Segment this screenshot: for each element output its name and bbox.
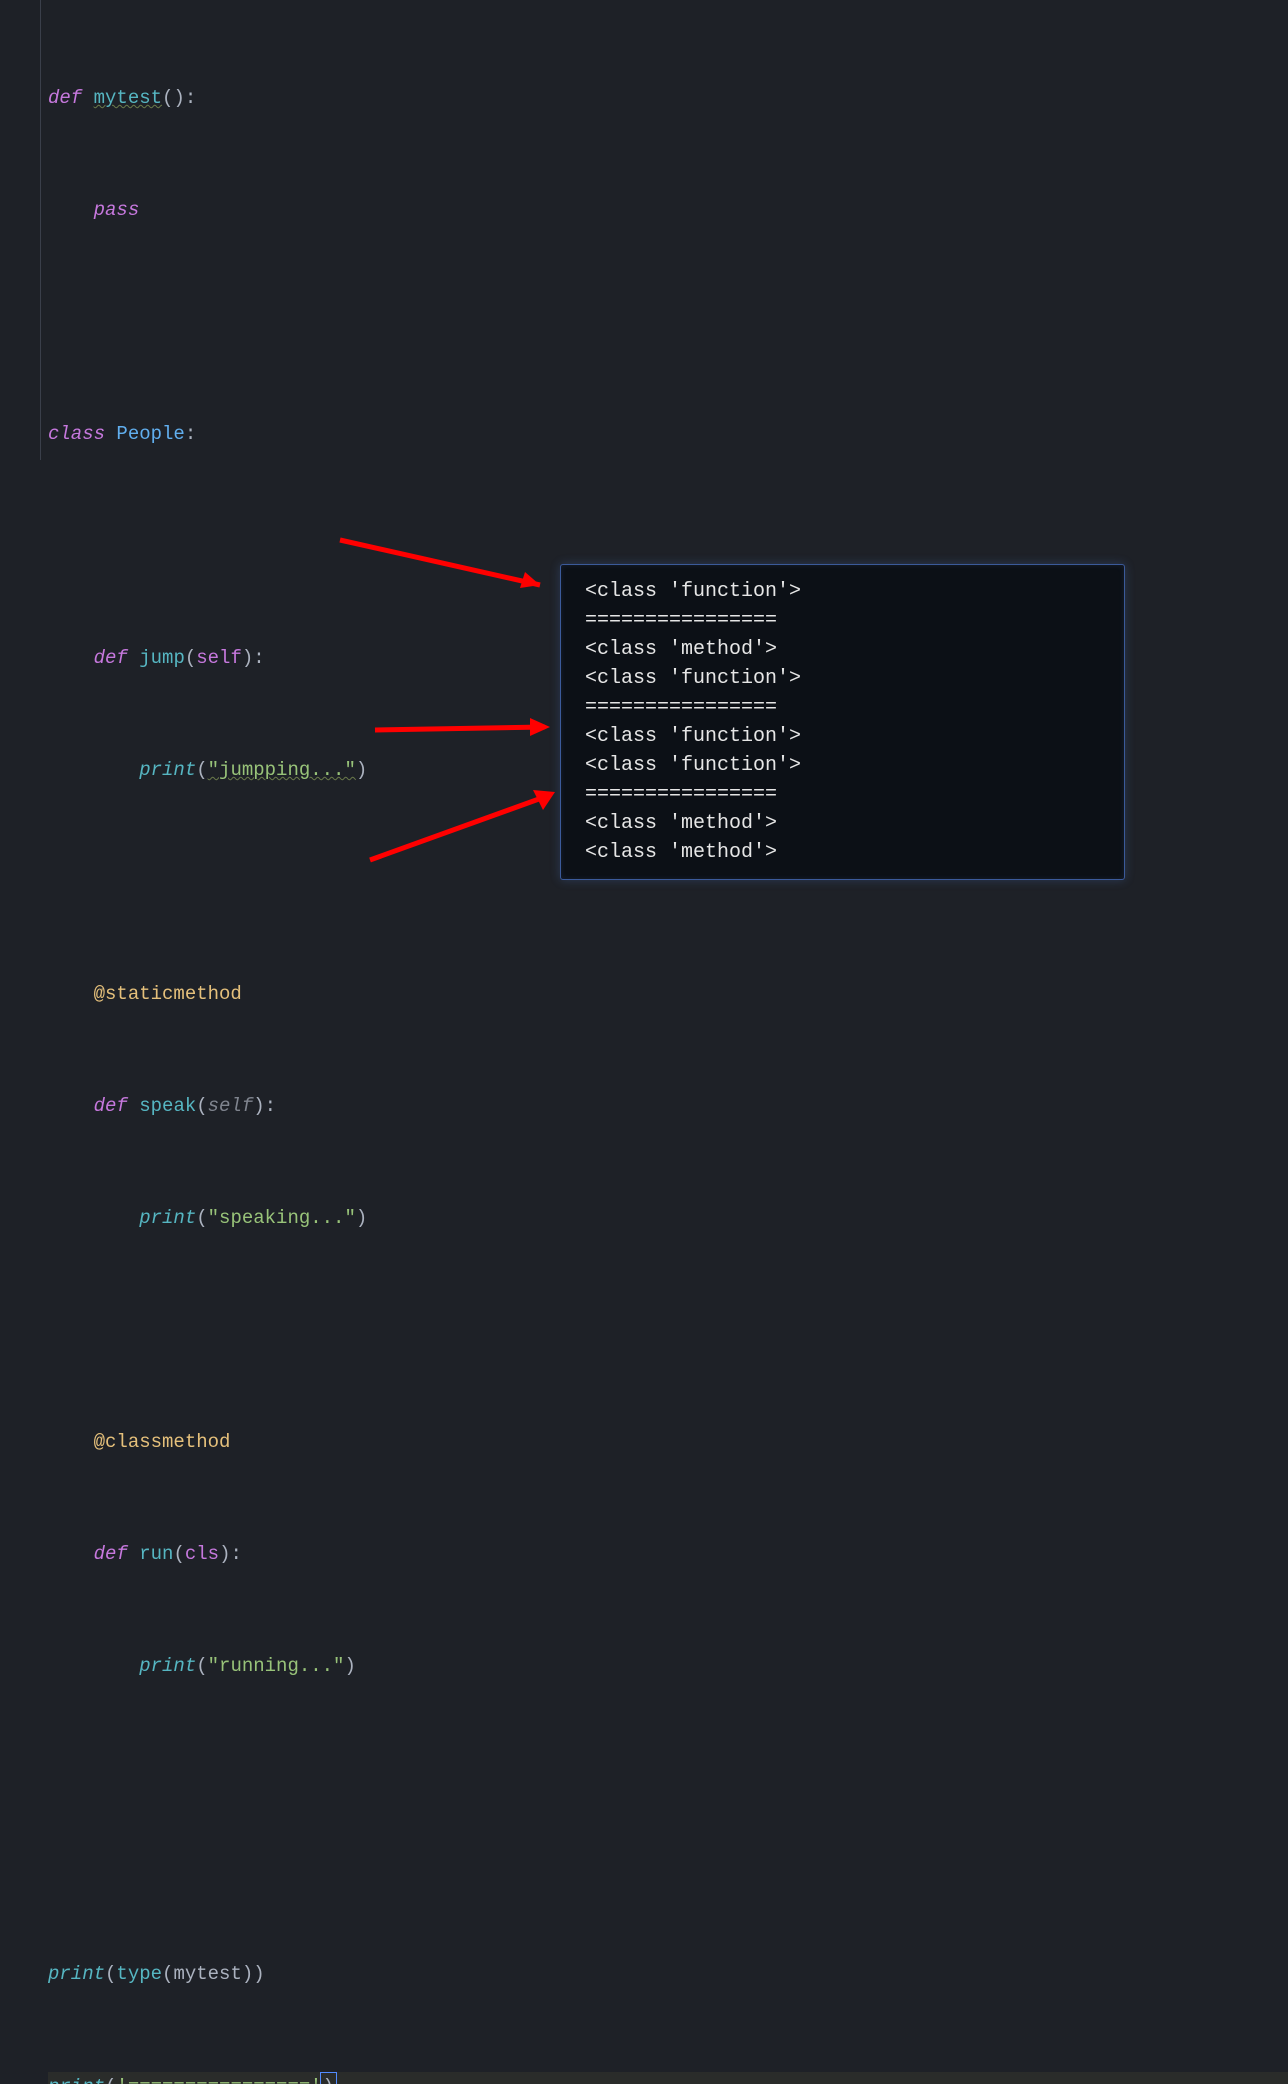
function-name: mytest: [94, 87, 162, 109]
code-line[interactable]: class People:: [48, 420, 1288, 448]
decorator-staticmethod: @staticmethod: [94, 983, 242, 1005]
code-line[interactable]: [48, 308, 1288, 336]
code-line[interactable]: @staticmethod: [48, 980, 1288, 1008]
code-content[interactable]: def mytest(): pass class People: def jum…: [0, 0, 1288, 2084]
class-name: People: [116, 423, 184, 445]
output-panel: <class 'function'> ================ <cla…: [560, 564, 1125, 880]
method-name: speak: [139, 1095, 196, 1117]
cursor: ): [320, 2072, 337, 2084]
method-name: jump: [139, 647, 185, 669]
code-editor[interactable]: def mytest(): pass class People: def jum…: [0, 0, 1288, 2084]
code-line[interactable]: pass: [48, 196, 1288, 224]
code-line[interactable]: print(type(mytest)): [48, 1960, 1288, 1988]
code-line[interactable]: print("speaking..."): [48, 1204, 1288, 1232]
param-self: self: [196, 647, 242, 669]
code-line[interactable]: [48, 1316, 1288, 1344]
param-cls: cls: [185, 1543, 219, 1565]
code-line[interactable]: [48, 532, 1288, 560]
code-line[interactable]: [48, 1764, 1288, 1792]
code-line[interactable]: print("running..."): [48, 1652, 1288, 1680]
param-self: self: [208, 1095, 254, 1117]
keyword-class: class: [48, 423, 105, 445]
code-line[interactable]: [48, 1848, 1288, 1876]
decorator-classmethod: @classmethod: [94, 1431, 231, 1453]
indent-guide: [40, 0, 41, 460]
keyword-def: def: [48, 87, 82, 109]
string-literal: "speaking...": [208, 1207, 356, 1229]
code-line[interactable]: def mytest():: [48, 84, 1288, 112]
string-literal: "running...": [208, 1655, 345, 1677]
code-line[interactable]: @classmethod: [48, 1428, 1288, 1456]
keyword-pass: pass: [94, 199, 140, 221]
string-literal: "jumpping...": [208, 759, 356, 781]
method-name: run: [139, 1543, 173, 1565]
code-line-current[interactable]: print('================'): [48, 2072, 1288, 2084]
code-line[interactable]: def run(cls):: [48, 1540, 1288, 1568]
code-line[interactable]: def speak(self):: [48, 1092, 1288, 1120]
